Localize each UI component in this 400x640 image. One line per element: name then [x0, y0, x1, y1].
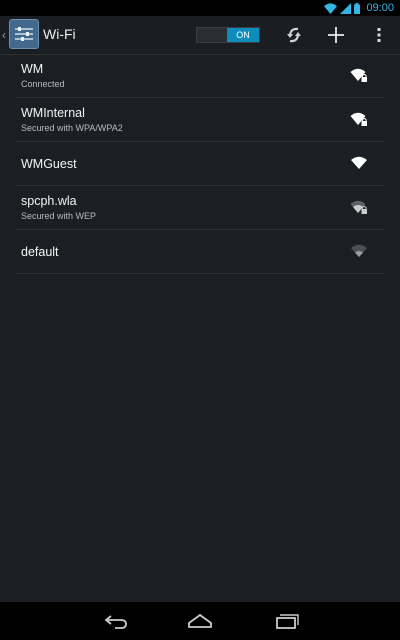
- list-item[interactable]: default: [16, 230, 384, 274]
- wifi-signal-locked-icon: [350, 200, 367, 214]
- overflow-menu-button[interactable]: [366, 22, 392, 48]
- status-time: 09:00: [366, 2, 394, 14]
- list-item[interactable]: WMInternal Secured with WPA/WPA2: [16, 98, 384, 142]
- wifi-signal-icon: [351, 156, 367, 169]
- list-item[interactable]: spcph.wla Secured with WEP: [16, 186, 384, 230]
- status-bar: 09:00: [0, 0, 400, 16]
- navigation-bar: [0, 602, 400, 640]
- recents-icon: [276, 614, 299, 629]
- recents-button[interactable]: [271, 610, 301, 632]
- wifi-icon: [324, 2, 338, 14]
- list-item[interactable]: WMGuest: [16, 142, 384, 186]
- network-name: WMGuest: [21, 157, 77, 171]
- wifi-toggle-on-label: ON: [227, 28, 259, 42]
- wifi-toggle[interactable]: ON: [196, 27, 260, 43]
- network-list: WM Connected WMInternal Secured with WPA…: [16, 54, 384, 274]
- network-status: Secured with WEP: [21, 211, 97, 221]
- action-bar: ‹ Wi-Fi ON: [0, 16, 400, 55]
- refresh-button[interactable]: [281, 22, 307, 48]
- home-icon: [188, 613, 212, 628]
- network-status: Secured with WPA/WPA2: [21, 123, 123, 133]
- settings-app-icon[interactable]: [9, 19, 39, 49]
- refresh-icon: [287, 27, 301, 43]
- back-icon: [104, 615, 127, 629]
- add-icon: [328, 27, 344, 43]
- home-button[interactable]: [185, 610, 215, 632]
- overflow-menu-icon: [377, 28, 381, 42]
- up-chevron-icon[interactable]: ‹: [2, 28, 6, 42]
- status-icons: 09:00: [324, 0, 394, 16]
- page-title: Wi-Fi: [43, 26, 76, 42]
- network-name: WMInternal: [21, 106, 85, 120]
- back-button[interactable]: [101, 610, 131, 632]
- add-network-button[interactable]: [323, 22, 349, 48]
- wifi-signal-locked-icon: [350, 112, 367, 126]
- network-status: Connected: [21, 79, 65, 89]
- network-name: spcph.wla: [21, 194, 77, 208]
- network-name: WM: [21, 62, 44, 76]
- wifi-signal-icon: [351, 244, 367, 257]
- wifi-signal-locked-icon: [350, 68, 367, 82]
- signal-icon: [340, 2, 352, 14]
- battery-icon: [354, 2, 361, 14]
- network-name: default: [21, 245, 59, 259]
- list-item[interactable]: WM Connected: [16, 54, 384, 98]
